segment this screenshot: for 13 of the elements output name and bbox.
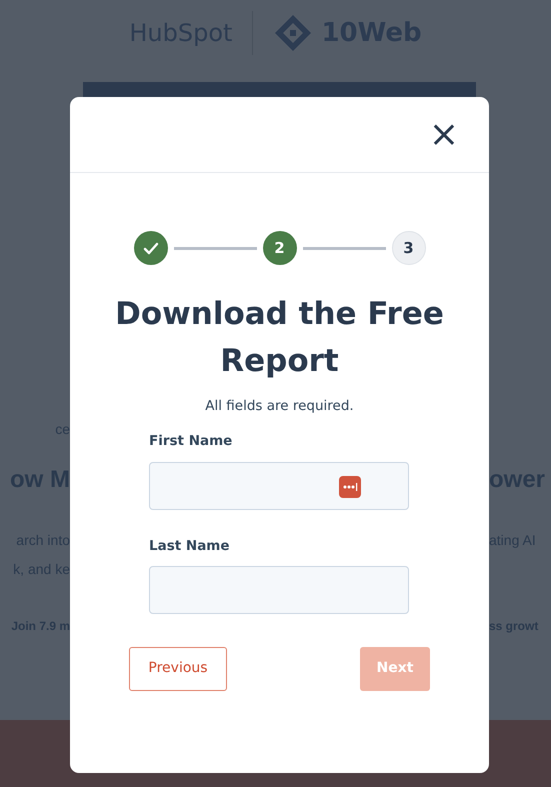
modal-title: Download the Free Report <box>114 295 445 380</box>
diamond-logo-icon <box>273 12 314 52</box>
check-icon <box>142 242 158 254</box>
text-field[interactable] <box>149 566 409 614</box>
password-manager-icon[interactable] <box>339 476 361 498</box>
step-indicator: 3 <box>392 231 426 265</box>
previous-button[interactable]: Previous <box>129 646 227 691</box>
field-label: Last Name <box>149 536 231 556</box>
close-button[interactable]: × <box>424 116 463 152</box>
required-note: All fields are required. <box>204 397 355 416</box>
step-indicator: 2 <box>262 231 296 265</box>
field-label: First Name <box>149 432 234 452</box>
text-field[interactable] <box>149 462 409 510</box>
